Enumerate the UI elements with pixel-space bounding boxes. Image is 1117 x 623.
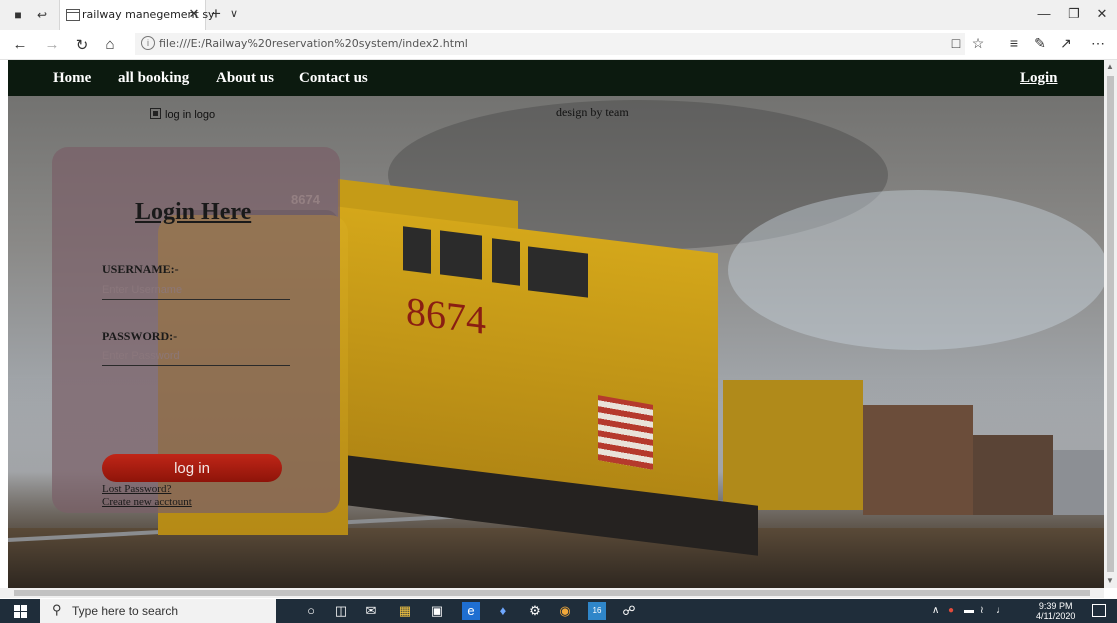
- task-view-icon[interactable]: ◫: [332, 602, 350, 620]
- pen-icon[interactable]: ✎: [1030, 35, 1050, 52]
- nav-login[interactable]: Login: [1020, 70, 1058, 87]
- cortana-icon[interactable]: ○: [302, 602, 320, 620]
- site-navbar: Home all booking About us Contact us Log…: [8, 60, 1104, 96]
- taskbar-search-box[interactable]: ⚲ Type here to search: [40, 599, 276, 623]
- favorites-list-icon[interactable]: ≡: [1004, 35, 1024, 51]
- back-icon[interactable]: ←: [10, 36, 30, 53]
- file-explorer-icon[interactable]: ▦: [396, 602, 414, 620]
- web-page: 8674 8674 Home all booking About us Cont…: [8, 60, 1104, 588]
- clock-time: 9:39 PM: [1038, 601, 1073, 611]
- nav-contact-us[interactable]: Contact us: [299, 70, 368, 87]
- paint-icon[interactable]: ☍: [620, 602, 638, 620]
- vertical-scroll-thumb[interactable]: [1107, 76, 1114, 572]
- more-icon[interactable]: ⋯: [1088, 35, 1108, 52]
- wifi-icon[interactable]: ≀: [980, 605, 984, 616]
- username-input[interactable]: [102, 281, 290, 300]
- minimize-icon[interactable]: —: [1034, 6, 1054, 21]
- create-account-link[interactable]: Create new acctount: [102, 496, 192, 508]
- windows-start-icon[interactable]: [14, 605, 27, 618]
- close-tab-icon[interactable]: ✕: [187, 6, 201, 22]
- home-icon[interactable]: ⌂: [100, 36, 120, 53]
- share-icon[interactable]: ↗: [1056, 35, 1076, 52]
- broken-image-icon: [150, 108, 161, 119]
- battery-icon[interactable]: ▬: [964, 605, 974, 616]
- password-label: PASSWORD:-: [102, 329, 178, 343]
- set-aside-tabs-icon[interactable]: ↩: [34, 7, 50, 23]
- mail-icon[interactable]: ✉: [362, 602, 380, 620]
- antivirus-icon[interactable]: ●: [948, 605, 954, 616]
- app-badge-icon[interactable]: 16: [588, 602, 606, 620]
- search-icon: ⚲: [52, 602, 62, 617]
- address-bar: ← → ↻ ⌂ i file:///E:/Railway%20reservati…: [0, 30, 1117, 60]
- edge-icon[interactable]: e: [462, 602, 480, 620]
- volume-icon[interactable]: ♩: [996, 605, 1006, 616]
- info-icon[interactable]: i: [141, 36, 155, 50]
- locomotive-number: 8674: [406, 288, 486, 343]
- app-icon[interactable]: ♦: [494, 602, 512, 620]
- clock-date: 4/11/2020: [1036, 611, 1076, 621]
- horizontal-scrollbar[interactable]: [0, 588, 1104, 598]
- restore-icon[interactable]: ❐: [1064, 6, 1084, 22]
- chevron-up-icon[interactable]: ∧: [932, 605, 939, 616]
- windows-taskbar: ⚲ Type here to search ○ ◫ ✉ ▦ ▣ e ♦ ⚙ ◉ …: [0, 599, 1117, 623]
- page-icon: [66, 9, 80, 21]
- browser-tab-strip: ■ ↩ railway manegement sy ✕ + ∨ — ❐ ✕: [0, 0, 1117, 30]
- settings-gear-icon[interactable]: ⚙: [526, 602, 544, 620]
- logo-alt-text: log in logo: [165, 109, 216, 121]
- username-label: USERNAME:-: [102, 262, 179, 276]
- login-logo-image: log in logo: [150, 108, 215, 121]
- password-input[interactable]: [102, 347, 290, 366]
- taskbar-search-placeholder: Type here to search: [72, 604, 179, 618]
- login-button[interactable]: log in: [102, 454, 282, 482]
- favorite-star-icon[interactable]: ☆: [968, 35, 988, 52]
- chevron-down-icon[interactable]: ∨: [230, 7, 238, 20]
- refresh-icon[interactable]: ↻: [72, 36, 92, 54]
- url-text: file:///E:/Railway%20reservation%20syste…: [159, 37, 468, 50]
- design-credit: design by team: [556, 105, 629, 119]
- url-field[interactable]: i file:///E:/Railway%20reservation%20sys…: [135, 33, 965, 55]
- nav-about-us[interactable]: About us: [216, 70, 274, 87]
- login-card: Login Here USERNAME:- PASSWORD:- log in …: [52, 147, 340, 513]
- forward-icon[interactable]: →: [42, 36, 62, 53]
- nav-home[interactable]: Home: [53, 70, 91, 87]
- browser-tab[interactable]: railway manegement sy ✕: [59, 0, 215, 30]
- new-tab-icon[interactable]: +: [206, 4, 226, 24]
- close-window-icon[interactable]: ✕: [1092, 6, 1112, 22]
- lost-password-link[interactable]: Lost Password?: [102, 483, 171, 495]
- taskbar-clock[interactable]: 9:39 PM 4/11/2020: [1036, 601, 1075, 621]
- tab-actions-icon[interactable]: ■: [10, 7, 26, 23]
- reading-view-icon[interactable]: □: [946, 35, 966, 51]
- nav-all-booking[interactable]: all booking: [118, 70, 189, 87]
- taskbar-badge: 16: [592, 606, 602, 615]
- store-icon[interactable]: ▣: [428, 602, 446, 620]
- notification-center-icon[interactable]: [1092, 604, 1106, 617]
- login-title: Login Here: [135, 199, 252, 225]
- horizontal-scroll-thumb[interactable]: [14, 590, 1090, 596]
- chrome-icon[interactable]: ◉: [556, 602, 574, 620]
- vertical-scrollbar[interactable]: ▲ ▼: [1104, 60, 1117, 588]
